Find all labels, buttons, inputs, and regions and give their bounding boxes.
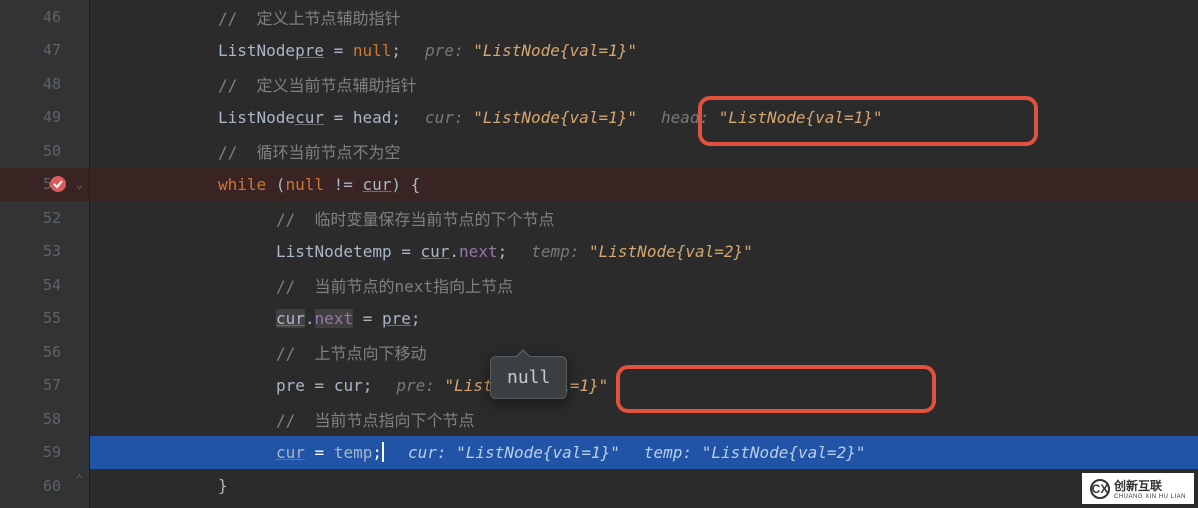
brace: } [218, 476, 228, 495]
variable: cur [363, 175, 392, 194]
variable: pre [276, 376, 305, 395]
variable: cur [276, 443, 305, 462]
comment-text: // 当前节点指向下个节点 [276, 407, 475, 431]
gutter-line-48[interactable]: 48 [0, 67, 89, 101]
gutter-line-60[interactable]: 60⌃ [0, 469, 89, 503]
code-line-48[interactable]: // 定义当前节点辅助指针 [90, 67, 1198, 101]
comment-text: // 定义上节点辅助指针 [218, 5, 401, 29]
type-keyword: ListNode [276, 242, 353, 261]
inline-hint: cur: "ListNode{val=1}" [408, 443, 620, 462]
code-line-52[interactable]: // 临时变量保存当前节点的下个节点 [90, 201, 1198, 235]
variable: cur [295, 108, 324, 127]
gutter-line-50[interactable]: 50 [0, 134, 89, 168]
breakpoint-icon[interactable] [50, 176, 66, 192]
comment-text: // 上节点向下移动 [276, 340, 427, 364]
gutter-line-47[interactable]: 47 [0, 34, 89, 68]
gutter-line-55[interactable]: 55 [0, 302, 89, 336]
gutter-line-57[interactable]: 57 [0, 369, 89, 403]
null-keyword: null [285, 175, 324, 194]
variable: pre [382, 309, 411, 328]
value: null [353, 41, 392, 60]
watermark: CX 创新互联 CHUANG XIN HU LIAN [1082, 473, 1194, 504]
variable: cur [421, 242, 450, 261]
inline-hint: cur: "ListNode{val=1}" [425, 108, 637, 127]
code-line-55[interactable]: cur.next = pre; [90, 302, 1198, 336]
code-line-53[interactable]: ListNode temp = cur.next;temp: "ListNode… [90, 235, 1198, 269]
code-area[interactable]: // 定义上节点辅助指针 ListNode pre = null;pre: "Li… [90, 0, 1198, 508]
code-line-58[interactable]: // 当前节点指向下个节点 [90, 402, 1198, 436]
code-line-51[interactable]: while (null != cur) { [90, 168, 1198, 202]
inline-hint: pre: "ListNode{val=1}" [425, 41, 637, 60]
code-line-50[interactable]: // 循环当前节点不为空 [90, 134, 1198, 168]
type-keyword: ListNode [218, 41, 295, 60]
type-keyword: ListNode [218, 108, 295, 127]
gutter-line-52[interactable]: 52 [0, 201, 89, 235]
comment-text: // 定义当前节点辅助指针 [218, 72, 417, 96]
code-line-49[interactable]: ListNode cur = head;cur: "ListNode{val=1… [90, 101, 1198, 135]
variable: pre [295, 41, 324, 60]
gutter-line-58[interactable]: 58 [0, 402, 89, 436]
inline-hint: temp: "ListNode{val=2}" [531, 242, 753, 261]
gutter-line-53[interactable]: 53 [0, 235, 89, 269]
comment-text: // 临时变量保存当前节点的下个节点 [276, 206, 555, 230]
variable: temp [353, 242, 392, 261]
comment-text: // 当前节点的next指向上节点 [276, 273, 513, 297]
code-line-54[interactable]: // 当前节点的next指向上节点 [90, 268, 1198, 302]
code-line-60[interactable]: } [90, 469, 1198, 503]
gutter-line-59[interactable]: 59 [0, 436, 89, 470]
inline-hint: temp: "ListNode{val=2}" [644, 443, 866, 462]
code-line-57[interactable]: pre = cur;pre: "ListNode{val=1}" [90, 369, 1198, 403]
comment-text: // 循环当前节点不为空 [218, 139, 401, 163]
watermark-logo-icon: CX [1090, 479, 1110, 499]
variable: cur [334, 376, 363, 395]
gutter-line-49[interactable]: 49 [0, 101, 89, 135]
gutter-line-51[interactable]: 51⌄ [0, 168, 89, 202]
variable: cur [276, 309, 305, 328]
watermark-text: 创新互联 [1114, 477, 1186, 494]
gutter-line-54[interactable]: 54 [0, 268, 89, 302]
code-line-46[interactable]: // 定义上节点辅助指针 [90, 0, 1198, 34]
watermark-sub: CHUANG XIN HU LIAN [1114, 494, 1186, 500]
fold-icon[interactable]: ⌃ [76, 472, 83, 486]
code-editor: 464748495051⌄525354555657585960⌃ // 定义上节… [0, 0, 1198, 508]
property: next [459, 242, 498, 261]
code-line-59[interactable]: cur = temp;cur: "ListNode{val=1}"temp: "… [90, 436, 1198, 470]
fold-icon[interactable]: ⌄ [76, 177, 83, 191]
variable: temp [334, 443, 373, 462]
code-line-56[interactable]: // 上节点向下移动 [90, 335, 1198, 369]
value: head [353, 108, 392, 127]
code-line-47[interactable]: ListNode pre = null;pre: "ListNode{val=1… [90, 34, 1198, 68]
inline-hint: head: "ListNode{val=1}" [661, 108, 883, 127]
gutter-line-56[interactable]: 56 [0, 335, 89, 369]
property: next [315, 309, 354, 328]
gutter-line-46[interactable]: 46 [0, 0, 89, 34]
gutter: 464748495051⌄525354555657585960⌃ [0, 0, 90, 508]
while-keyword: while [218, 175, 266, 194]
cursor [382, 442, 384, 462]
debug-tooltip[interactable]: null [490, 356, 567, 399]
